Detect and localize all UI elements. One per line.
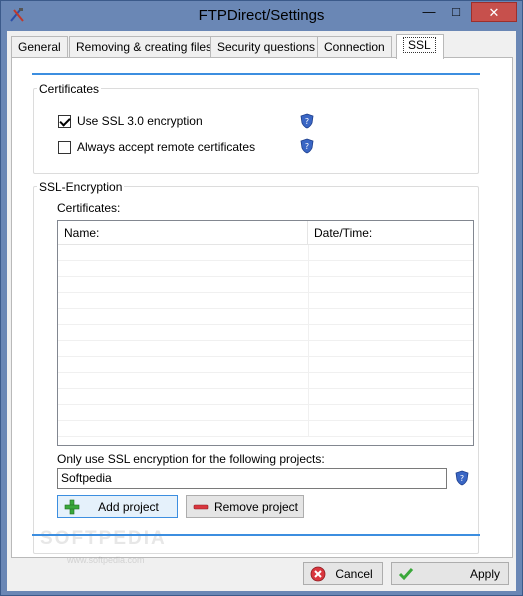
plus-icon <box>64 499 80 514</box>
remove-project-label: Remove project <box>213 499 299 514</box>
checkmark-icon <box>398 567 414 580</box>
project-input[interactable]: Softpedia <box>57 468 447 489</box>
always-accept-label: Always accept remote certificates <box>77 140 256 154</box>
use-ssl-checkbox[interactable] <box>58 114 71 128</box>
tab-general[interactable]: General <box>11 36 68 58</box>
tab-ssl[interactable]: SSL <box>396 34 444 59</box>
list-row[interactable] <box>58 245 473 261</box>
top-accent-rule <box>32 73 480 75</box>
svg-text:?: ? <box>305 142 309 151</box>
always-accept-option[interactable]: Always accept remote certificates <box>58 139 255 155</box>
add-project-label: Add project <box>98 499 159 514</box>
certificates-group-label: Certificates <box>37 82 102 96</box>
remove-project-button[interactable]: Remove project <box>186 495 304 518</box>
shield-icon: ? <box>300 138 314 154</box>
softpedia-url-watermark: www.softpedia.com <box>67 555 145 565</box>
always-accept-checkbox[interactable] <box>58 140 71 154</box>
apply-label: Apply <box>469 566 500 581</box>
list-row[interactable] <box>58 389 473 405</box>
list-row[interactable] <box>58 309 473 325</box>
tab-ssl-label: SSL <box>403 37 436 53</box>
use-ssl-option[interactable]: Use SSL 3.0 encryption <box>58 113 203 129</box>
add-project-button[interactable]: Add project <box>57 495 178 518</box>
apply-button[interactable]: Apply <box>391 562 509 585</box>
only-use-ssl-label: Only use SSL encryption for the followin… <box>57 452 325 466</box>
ssl-encryption-group-label: SSL-Encryption <box>37 180 125 194</box>
minimize-button[interactable]: — <box>416 2 442 22</box>
column-name-header[interactable]: Name: <box>58 221 308 245</box>
use-ssl-label: Use SSL 3.0 encryption <box>77 114 203 128</box>
tab-connection[interactable]: Connection <box>317 36 392 58</box>
list-row[interactable] <box>58 341 473 357</box>
bottom-accent-rule <box>32 534 480 536</box>
dialog-client-area: General Removing & creating files Securi… <box>7 31 516 591</box>
list-row[interactable] <box>58 293 473 309</box>
list-row[interactable] <box>58 405 473 421</box>
cancel-button[interactable]: Cancel <box>303 562 383 585</box>
cancel-label: Cancel <box>335 566 373 581</box>
list-row[interactable] <box>58 373 473 389</box>
list-row[interactable] <box>58 277 473 293</box>
svg-text:?: ? <box>305 117 309 126</box>
settings-window: FTPDirect/Settings — □ ✕ General Removin… <box>0 0 523 596</box>
tab-removing-creating-files[interactable]: Removing & creating files <box>69 36 220 58</box>
certificates-group <box>33 88 479 174</box>
title-bar[interactable]: FTPDirect/Settings — □ ✕ <box>1 1 522 31</box>
list-header: Name: Date/Time: <box>58 221 473 245</box>
close-button[interactable]: ✕ <box>471 2 517 22</box>
column-datetime-header[interactable]: Date/Time: <box>308 221 473 245</box>
list-row[interactable] <box>58 357 473 373</box>
ssl-tab-page: Certificates Use SSL 3.0 encryption ? Al… <box>11 57 513 565</box>
list-row[interactable] <box>58 325 473 341</box>
svg-text:?: ? <box>460 474 464 483</box>
minus-icon <box>193 504 209 509</box>
certificates-list-label: Certificates: <box>57 201 121 215</box>
cancel-icon <box>310 566 326 581</box>
certificates-list[interactable]: Name: Date/Time: <box>57 220 474 446</box>
shield-icon: ? <box>300 113 314 129</box>
maximize-button[interactable]: □ <box>443 2 469 22</box>
list-row[interactable] <box>58 261 473 277</box>
shield-icon: ? <box>455 470 469 486</box>
tab-security-questions[interactable]: Security questions <box>210 36 323 58</box>
list-row[interactable] <box>58 421 473 437</box>
